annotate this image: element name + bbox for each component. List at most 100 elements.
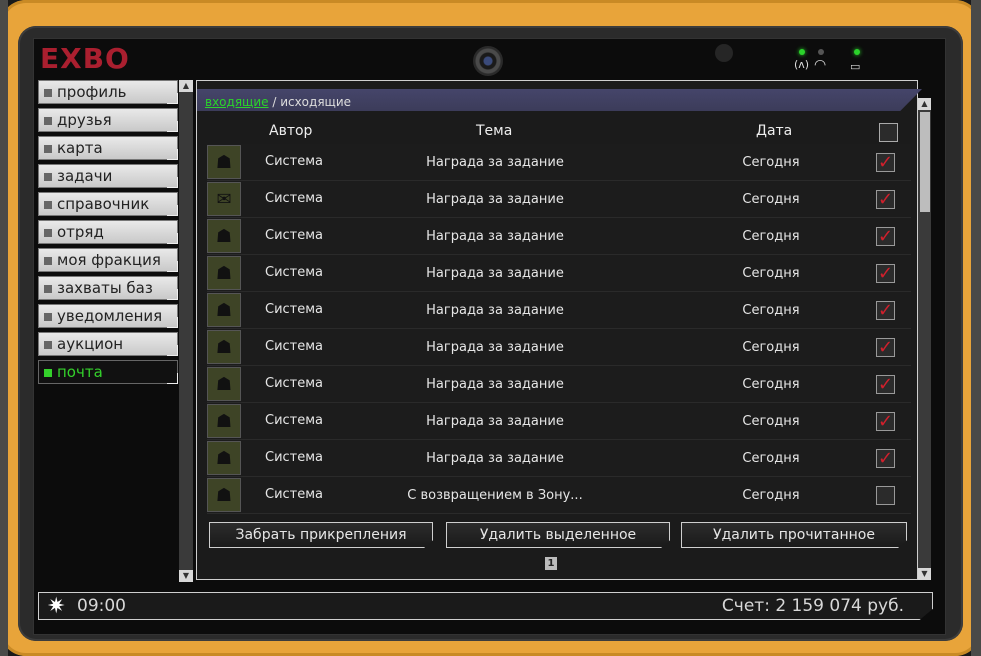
- stalker-icon: ☗: [207, 441, 241, 475]
- row-checkbox[interactable]: ✓: [876, 190, 895, 209]
- casing-edge-left: [0, 0, 8, 656]
- scroll-down-icon[interactable]: ▼: [179, 570, 193, 582]
- sidebar-item-map[interactable]: карта: [38, 136, 178, 160]
- status-bar: ✷ 09:00 Счет: 2 159 074 руб.: [38, 592, 933, 620]
- mail-date: Сегодня: [742, 377, 800, 392]
- balance: Счет: 2 159 074 руб.: [721, 596, 904, 616]
- mail-row[interactable]: ☗ Система Награда за задание Сегодня ✓: [207, 144, 911, 181]
- led-indicator-battery: [854, 49, 860, 55]
- mail-list: ☗ Система Награда за задание Сегодня ✓ ✉ Систе…: [207, 144, 911, 516]
- mail-date: Сегодня: [742, 451, 800, 466]
- stalker-icon: ☗: [207, 293, 241, 327]
- sidebar-scrollbar[interactable]: ▲ ▼: [179, 80, 193, 582]
- mail-date: Сегодня: [742, 488, 800, 503]
- mail-author: Система: [265, 228, 324, 243]
- sidebar-item-auction[interactable]: аукцион: [38, 332, 178, 356]
- mail-subject: Награда за задание: [426, 340, 564, 355]
- mail-panel: входящие / исходящие Автор Тема Дата ☗ Си…: [196, 80, 922, 580]
- antenna-icon: (ᴧ): [794, 58, 810, 71]
- row-checkbox[interactable]: ✓: [876, 153, 895, 172]
- row-checkbox[interactable]: ✓: [876, 301, 895, 320]
- mail-author: Система: [265, 450, 324, 465]
- stalker-icon: ☗: [207, 478, 241, 512]
- sidebar-item-reference[interactable]: справочник: [38, 192, 178, 216]
- row-checkbox[interactable]: ✓: [876, 375, 895, 394]
- mail-scrollbar[interactable]: ▲ ▼: [918, 98, 931, 580]
- take-attachments-button[interactable]: Забрать прикрепления: [209, 522, 433, 548]
- mail-subject: Награда за задание: [426, 414, 564, 429]
- sidebar-item-base-captures[interactable]: захваты баз: [38, 276, 178, 300]
- mail-author: Система: [265, 265, 324, 280]
- mail-subject: С возвращением в Зону...: [407, 488, 583, 503]
- mail-row[interactable]: ☗ Система С возвращением в Зону... Сегодня: [207, 477, 911, 514]
- tab-inbox[interactable]: входящие: [205, 95, 269, 109]
- row-checkbox[interactable]: ✓: [876, 449, 895, 468]
- mail-date: Сегодня: [742, 340, 800, 355]
- mail-row[interactable]: ☗ Система Награда за задание Сегодня ✓: [207, 403, 911, 440]
- mail-row[interactable]: ☗ Система Награда за задание Сегодня ✓: [207, 440, 911, 477]
- mail-author: Система: [265, 487, 324, 502]
- stalker-icon: ☗: [207, 367, 241, 401]
- scroll-up-icon[interactable]: ▲: [179, 80, 193, 92]
- sidebar-item-squad[interactable]: отряд: [38, 220, 178, 244]
- mail-subject: Награда за задание: [426, 266, 564, 281]
- mail-author: Система: [265, 154, 324, 169]
- row-checkbox[interactable]: [876, 486, 895, 505]
- tab-outbox[interactable]: исходящие: [280, 95, 351, 109]
- row-checkbox[interactable]: ✓: [876, 338, 895, 357]
- mail-subject: Награда за задание: [426, 155, 564, 170]
- select-all-checkbox[interactable]: [879, 123, 898, 142]
- row-checkbox[interactable]: ✓: [876, 227, 895, 246]
- sidebar-menu: профиль друзья карта задачи справочник о…: [38, 80, 178, 388]
- sidebar-item-notifications[interactable]: уведомления: [38, 304, 178, 328]
- mail-row[interactable]: ☗ Система Награда за задание Сегодня ✓: [207, 292, 911, 329]
- stalker-icon: ☗: [207, 330, 241, 364]
- mail-row[interactable]: ☗ Система Награда за задание Сегодня ✓: [207, 218, 911, 255]
- mail-row[interactable]: ✉ Система Награда за задание Сегодня ✓: [207, 181, 911, 218]
- tab-separator: /: [268, 95, 281, 109]
- mail-row[interactable]: ☗ Система Награда за задание Сегодня ✓: [207, 329, 911, 366]
- mail-row[interactable]: ☗ Система Награда за задание Сегодня ✓: [207, 255, 911, 292]
- mail-date: Сегодня: [742, 192, 800, 207]
- sidebar-item-profile[interactable]: профиль: [38, 80, 178, 104]
- stalker-icon: ☗: [207, 145, 241, 179]
- mail-date: Сегодня: [742, 155, 800, 170]
- camera-lens-icon: [473, 46, 503, 76]
- mail-subject: Награда за задание: [426, 229, 564, 244]
- sidebar-item-mail[interactable]: почта: [38, 360, 178, 384]
- mail-row[interactable]: ☗ Система Награда за задание Сегодня ✓: [207, 366, 911, 403]
- daytime-sun-icon: ✷: [47, 594, 66, 619]
- mail-date: Сегодня: [742, 303, 800, 318]
- casing-edge-right: [971, 0, 981, 656]
- envelope-icon: ✉: [207, 182, 241, 216]
- sidebar-item-tasks[interactable]: задачи: [38, 164, 178, 188]
- scroll-down-icon[interactable]: ▼: [918, 568, 931, 580]
- led-indicator: [799, 49, 805, 55]
- led-indicator-off: [818, 49, 824, 55]
- clock: 09:00: [77, 596, 126, 616]
- exbo-logo: EXBO: [40, 42, 130, 75]
- scroll-up-icon[interactable]: ▲: [918, 98, 931, 110]
- battery-icon: ▭: [850, 60, 861, 73]
- mail-author: Система: [265, 339, 324, 354]
- sidebar-item-faction[interactable]: моя фракция: [38, 248, 178, 272]
- mail-date: Сегодня: [742, 414, 800, 429]
- delete-selected-button[interactable]: Удалить выделенное: [446, 522, 670, 548]
- sidebar-item-friends[interactable]: друзья: [38, 108, 178, 132]
- row-checkbox[interactable]: ✓: [876, 264, 895, 283]
- mail-subject: Награда за задание: [426, 303, 564, 318]
- mail-subject: Награда за задание: [426, 451, 564, 466]
- mail-author: Система: [265, 191, 324, 206]
- scroll-thumb[interactable]: [920, 112, 930, 212]
- stalker-icon: ☗: [207, 219, 241, 253]
- column-author: Автор: [269, 123, 313, 139]
- mail-date: Сегодня: [742, 229, 800, 244]
- mail-subject: Награда за задание: [426, 192, 564, 207]
- delete-read-button[interactable]: Удалить прочитанное: [681, 522, 907, 548]
- mail-date: Сегодня: [742, 266, 800, 281]
- mail-author: Система: [265, 413, 324, 428]
- page-number-button[interactable]: 1: [545, 557, 557, 570]
- stalker-icon: ☗: [207, 404, 241, 438]
- row-checkbox[interactable]: ✓: [876, 412, 895, 431]
- wifi-icon: ◠: [814, 57, 827, 73]
